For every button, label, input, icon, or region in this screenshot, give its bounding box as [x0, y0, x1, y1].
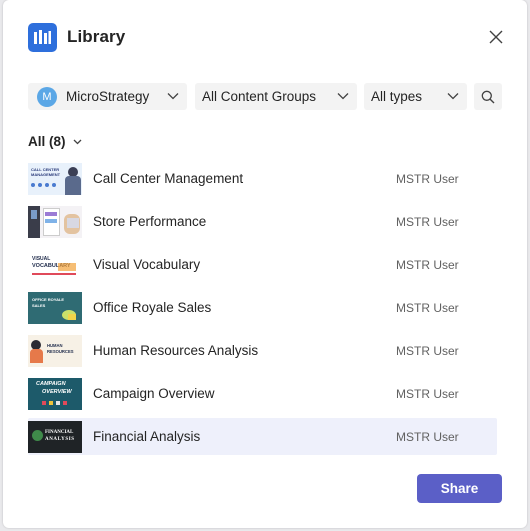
dossier-name: Office Royale Sales: [93, 300, 212, 315]
library-dialog: Library M MicroStrategy All Content Grou…: [3, 0, 527, 528]
dossier-owner: MSTR User: [396, 214, 459, 229]
search-button[interactable]: [474, 83, 502, 110]
all-items-filter[interactable]: All (8): [28, 134, 82, 149]
application-select[interactable]: M MicroStrategy: [28, 83, 187, 110]
dossier-list: CALL CENTER MANAGEMENT Call Center Manag…: [28, 160, 497, 461]
chevron-down-icon: [447, 93, 459, 100]
list-item[interactable]: HUMAN RESOURCES Human Resources Analysis…: [28, 332, 497, 369]
dossier-thumbnail: HUMAN RESOURCES: [28, 334, 82, 367]
dossier-name: Visual Vocabulary: [93, 257, 201, 272]
application-select-value: MicroStrategy: [66, 89, 150, 104]
dossier-name: Financial Analysis: [93, 429, 201, 444]
list-item[interactable]: Store Performance MSTR User: [28, 203, 497, 240]
list-item[interactable]: OFFICE ROYALE SALES Office Royale Sales …: [28, 289, 497, 326]
dossier-thumbnail: CALL CENTER MANAGEMENT: [28, 162, 82, 195]
chevron-down-icon: [167, 93, 179, 100]
chevron-down-icon: [73, 139, 81, 144]
dossier-thumbnail: VISUAL VOCABULARY: [28, 248, 82, 281]
close-icon[interactable]: [487, 28, 505, 46]
dossier-owner: MSTR User: [396, 171, 459, 186]
list-item[interactable]: VISUAL VOCABULARY Visual Vocabulary MSTR…: [28, 246, 497, 283]
dossier-thumbnail: [28, 205, 82, 238]
search-icon: [481, 90, 495, 104]
dossier-owner: MSTR User: [396, 386, 459, 401]
content-groups-select-value: All Content Groups: [202, 89, 317, 104]
list-item[interactable]: CALL CENTER MANAGEMENT Call Center Manag…: [28, 160, 497, 197]
avatar: M: [37, 86, 57, 107]
dossier-name: Call Center Management: [93, 171, 244, 186]
share-button[interactable]: Share: [417, 474, 502, 503]
list-item[interactable]: FINANCIAL ANALYSIS Financial Analysis MS…: [28, 418, 497, 455]
dossier-name: Store Performance: [93, 214, 207, 229]
dossier-name: Human Resources Analysis: [93, 343, 259, 358]
types-select[interactable]: All types: [364, 83, 467, 110]
dossier-thumbnail: CAMPAIGN OVERVIEW: [28, 377, 82, 410]
dossier-owner: MSTR User: [396, 429, 459, 444]
all-items-label: All (8): [28, 134, 66, 149]
dossier-thumbnail: FINANCIAL ANALYSIS: [28, 420, 82, 453]
content-groups-select[interactable]: All Content Groups: [195, 83, 357, 110]
dialog-title: Library: [67, 27, 126, 46]
dossier-owner: MSTR User: [396, 343, 459, 358]
types-select-value: All types: [371, 89, 423, 104]
library-icon: [28, 23, 57, 52]
list-item[interactable]: CAMPAIGN OVERVIEW Campaign Overview MSTR…: [28, 375, 497, 412]
dossier-thumbnail: OFFICE ROYALE SALES: [28, 291, 82, 324]
chevron-down-icon: [337, 93, 349, 100]
dossier-name: Campaign Overview: [93, 386, 215, 401]
dossier-owner: MSTR User: [396, 300, 459, 315]
dossier-owner: MSTR User: [396, 257, 459, 272]
